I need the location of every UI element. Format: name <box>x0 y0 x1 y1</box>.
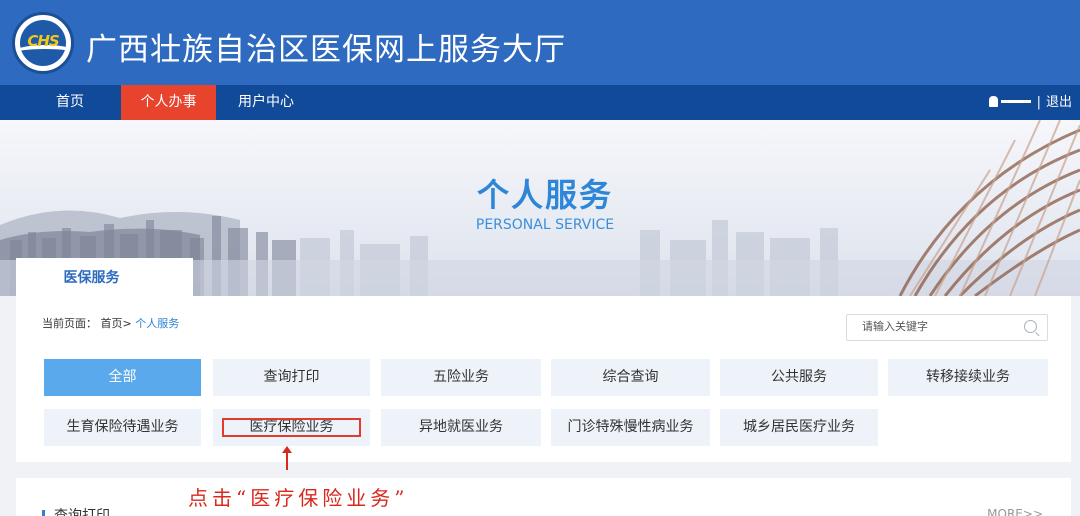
category-outpatient-chronic[interactable]: 门诊特殊慢性病业务 <box>551 409 710 446</box>
section-marker <box>42 510 45 516</box>
category-urban-rural-medical[interactable]: 城乡居民医疗业务 <box>720 409 878 446</box>
annotation-text: 点击“医疗保险业务” <box>188 486 409 510</box>
breadcrumb: 当前页面： 首页> 个人服务 <box>42 315 179 331</box>
logout-link[interactable]: 退出 <box>1046 95 1072 110</box>
nav-user-center[interactable]: 用户中心 <box>226 85 306 120</box>
nav-separator: | <box>1036 95 1041 110</box>
nav-personal-affairs[interactable]: 个人办事 <box>121 85 216 120</box>
search-box <box>846 314 1048 341</box>
search-input[interactable] <box>862 320 1012 333</box>
category-maternity-insurance[interactable]: 生育保险待遇业务 <box>44 409 201 446</box>
tab-label: 医保服务 <box>63 270 120 286</box>
category-query-print[interactable]: 查询打印 <box>213 359 370 396</box>
banner-subtitle: PERSONAL SERVICE <box>475 217 615 233</box>
section-title: 查询打印 <box>54 508 110 516</box>
tab-medical-insurance-service[interactable]: 医保服务 <box>16 258 193 296</box>
redacted-username <box>1000 100 1031 103</box>
user-icon <box>988 96 998 107</box>
chs-logo: CHS <box>12 12 74 74</box>
user-area: | 退出 <box>988 85 1072 120</box>
breadcrumb-arrow: > <box>122 317 132 330</box>
more-link[interactable]: MORE>> <box>987 507 1043 516</box>
site-title: 广西壮族自治区医保网上服务大厅 <box>86 32 566 68</box>
breadcrumb-home[interactable]: 首页 <box>101 317 123 330</box>
logo-text: CHS <box>27 32 59 50</box>
site-header: CHS 广西壮族自治区医保网上服务大厅 <box>0 0 1080 85</box>
query-print-section: 查询打印 MORE>> <box>16 478 1071 516</box>
category-comprehensive-query[interactable]: 综合查询 <box>551 359 710 396</box>
category-all[interactable]: 全部 <box>44 359 201 396</box>
search-icon[interactable] <box>1024 320 1037 333</box>
category-offsite-medical[interactable]: 异地就医业务 <box>381 409 541 446</box>
annotation-arrow-icon <box>282 446 292 470</box>
banner-title: 个人服务 <box>476 176 613 214</box>
breadcrumb-current: 个人服务 <box>135 317 180 330</box>
breadcrumb-prefix: 当前页面： <box>42 317 97 330</box>
category-public-service[interactable]: 公共服务 <box>720 359 878 396</box>
category-medical-insurance[interactable]: 医疗保险业务 <box>213 409 370 446</box>
category-five-insurance[interactable]: 五险业务 <box>381 359 541 396</box>
main-nav: 首页 个人办事 用户中心 | 退出 <box>0 85 1080 120</box>
nav-home[interactable]: 首页 <box>30 85 110 120</box>
category-transfer[interactable]: 转移接续业务 <box>888 359 1048 396</box>
